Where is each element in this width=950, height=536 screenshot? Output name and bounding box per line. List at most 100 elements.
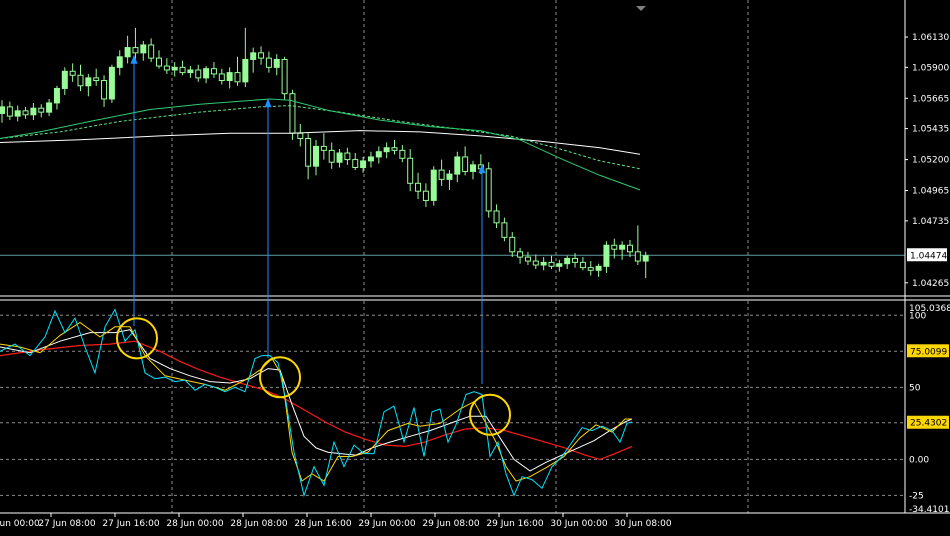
- candle-bear: [320, 145, 327, 151]
- price-tick-label: 1.04265: [912, 279, 949, 289]
- price-tick-label: 1.05435: [912, 125, 949, 135]
- candle-bull: [250, 52, 257, 60]
- price-tick-label: 1.04735: [912, 217, 949, 227]
- candle-bear: [524, 256, 531, 262]
- candle-bull: [556, 263, 563, 267]
- candle-bear: [195, 69, 202, 79]
- candle-bull: [564, 257, 571, 265]
- candle-bear: [634, 251, 641, 262]
- candle-bear: [148, 44, 155, 59]
- candle-bull: [46, 102, 53, 113]
- candle-bear: [517, 251, 524, 258]
- candle-bear: [6, 106, 13, 117]
- indicator-tick-label: 0.00: [909, 455, 929, 465]
- candle-bull: [116, 56, 123, 68]
- candle-bull: [454, 156, 461, 175]
- candle-bear: [485, 168, 492, 212]
- candle-bear: [493, 210, 500, 224]
- candle-bull: [470, 164, 476, 172]
- candle-bear: [611, 244, 618, 250]
- candle-bull: [226, 72, 233, 82]
- indicator-tick-label: -25: [909, 491, 924, 501]
- time-label: 29 Jun 08:00: [422, 519, 479, 529]
- candle-bear: [462, 156, 469, 172]
- candle-bull: [430, 169, 437, 201]
- candle-bear: [156, 57, 162, 67]
- current-price-label: 1.04474: [910, 251, 947, 261]
- candle-bear: [352, 159, 359, 168]
- candle-bull: [336, 152, 343, 163]
- candle-bear: [501, 222, 508, 238]
- candle-bear: [415, 182, 422, 192]
- candle-bull: [642, 255, 649, 262]
- candle-bull: [85, 77, 92, 87]
- candle-bear: [422, 190, 429, 201]
- candle-bull: [124, 47, 131, 58]
- chart-background: [0, 0, 950, 536]
- candle-bear: [399, 149, 406, 159]
- candle-bear: [328, 149, 335, 163]
- time-label: 27 Jun 16:00: [102, 519, 159, 529]
- candle-bear: [179, 66, 186, 74]
- candle-bull: [375, 151, 382, 158]
- candle-bull: [171, 66, 178, 71]
- candle-bull: [53, 87, 60, 104]
- candle-bull: [61, 70, 68, 89]
- price-tick-label: 1.05665: [912, 94, 949, 104]
- candle-bear: [587, 267, 594, 271]
- candle-bear: [305, 138, 312, 167]
- price-tick-label: 1.04965: [912, 187, 949, 197]
- candle-bull: [360, 160, 367, 168]
- candle-bear: [93, 77, 100, 82]
- indicator-tick-label: 100: [909, 311, 926, 321]
- level-highlight-label: 25.4302: [910, 419, 947, 429]
- candle-bull: [540, 261, 547, 266]
- candle-bear: [548, 261, 555, 267]
- time-label: 29 Jun 00:00: [358, 519, 415, 529]
- candle-bear: [234, 72, 241, 83]
- candle-bear: [579, 261, 586, 269]
- candle-bear: [438, 169, 445, 180]
- candle-bear: [258, 52, 265, 59]
- candle-bull: [383, 147, 390, 153]
- candle-bear: [101, 80, 108, 100]
- price-tick-label: 1.06130: [912, 33, 949, 43]
- candle-bear: [297, 132, 304, 140]
- indicator-tick-label: 50: [909, 383, 921, 393]
- time-label: 28 Jun 00:00: [166, 519, 223, 529]
- level-highlight-label: 75.0099: [910, 347, 947, 357]
- trading-chart[interactable]: 1.06130 1.05900 1.05665 1.05435 1.05200 1.049…: [0, 0, 950, 536]
- candle-bull: [446, 173, 453, 180]
- candle-bear: [344, 152, 351, 161]
- candle-bear: [391, 147, 398, 151]
- candle-bull: [203, 68, 210, 79]
- time-label: 27 Jun 08:00: [38, 519, 95, 529]
- time-label: 28 Jun 16:00: [294, 519, 351, 529]
- time-label: 30 Jun 08:00: [614, 519, 671, 529]
- candle-bull: [242, 58, 249, 83]
- candle-bear: [627, 244, 633, 253]
- candle-bear: [572, 257, 579, 263]
- candle-bull: [14, 110, 21, 117]
- price-tick-label: 1.05200: [912, 156, 949, 166]
- candle-bull: [595, 265, 602, 271]
- candle-bull: [273, 58, 280, 68]
- candle-bull: [108, 66, 115, 100]
- candle-bull: [187, 69, 194, 74]
- candle-bear: [407, 157, 414, 184]
- candle-bull: [0, 106, 5, 114]
- candle-bull: [603, 244, 610, 267]
- candle-bull: [313, 145, 319, 167]
- candle-bear: [163, 65, 170, 71]
- time-label: 28 Jun 08:00: [230, 519, 287, 529]
- time-label: 30 Jun 00:00: [550, 519, 607, 529]
- candle-bear: [22, 110, 29, 116]
- candle-bear: [509, 236, 516, 253]
- candle-bear: [132, 47, 139, 54]
- candle-bear: [69, 70, 76, 76]
- price-tick-label: 1.05900: [912, 63, 949, 73]
- candle-bear: [265, 57, 272, 68]
- time-label: 7 Jun 00:00: [0, 519, 40, 529]
- candle-bear: [77, 74, 84, 87]
- candle-bear: [210, 68, 217, 75]
